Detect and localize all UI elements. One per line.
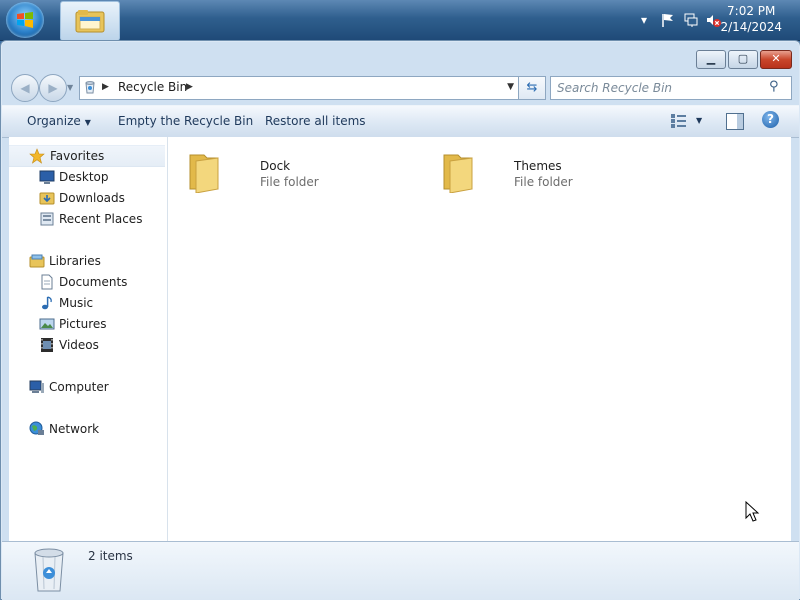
minimize-icon: ▁ [706,52,716,65]
taskbar-explorer-button[interactable] [60,1,120,41]
folder-icon [189,154,219,193]
maximize-icon: ▢ [737,52,749,65]
forward-button[interactable]: ▶ [39,74,67,102]
nav-downloads-label: Downloads [59,191,125,205]
navigation-pane: Favorites Desktop Downloads Recent Place… [9,137,168,541]
refresh-button[interactable]: ⇆ [518,76,546,100]
show-hidden-icons-arrow-icon[interactable]: ▾ [636,12,652,28]
nav-network-label: Network [49,422,100,436]
breadcrumb-separator-icon[interactable]: ▶ [186,82,193,92]
action-center-flag-icon[interactable] [660,12,676,28]
details-pane: 2 items [2,541,799,600]
back-button[interactable]: ◀ [11,74,39,102]
command-bar: Organize ▼ Empty the Recycle Bin Restore … [2,105,799,138]
nav-favorites-label: Favorites [50,149,105,163]
nav-libraries-label: Libraries [49,254,101,268]
file-item[interactable]: Dock File folder [188,143,418,195]
explorer-body: Favorites Desktop Downloads Recent Place… [9,137,791,541]
clock-time: 7:02 PM [727,4,776,18]
file-item[interactable]: Themes File folder [442,143,672,195]
clock[interactable]: 7:02 PM 2/14/2024 [720,3,782,35]
breadcrumb-separator-icon[interactable]: ▶ [102,82,109,92]
refresh-icon: ⇆ [526,80,538,95]
nav-documents-label: Documents [59,275,128,289]
organize-label: Organize [27,114,81,128]
documents-icon [41,274,53,290]
videos-icon [41,338,53,352]
explorer-window: ▁ ▢ ✕ ◀ ▶ ▼ ▶ Recycle Bin ▶ ▼ ⇆ ⚲ Organi… [0,40,800,600]
desktop-icon [39,170,55,184]
folder-icon [443,154,473,193]
nav-pictures-label: Pictures [59,317,107,331]
downloads-icon [39,192,55,205]
recent-places-icon [40,212,54,226]
clock-date: 2/14/2024 [720,20,782,34]
forward-arrow-icon: ▶ [48,81,58,95]
address-bar[interactable]: ▶ Recycle Bin ▶ ▼ [79,76,519,100]
libraries-icon [29,254,45,268]
explorer-folder-icon [75,10,105,33]
file-list: Dock File folder Themes File folder [168,137,791,541]
organize-button[interactable]: Organize ▼ [27,114,91,128]
windows-logo-icon [17,12,33,28]
file-item-type: File folder [260,175,319,189]
minimize-button[interactable]: ▁ [696,50,726,69]
start-button[interactable] [6,2,44,38]
help-icon[interactable]: ? [762,111,779,128]
nav-desktop-label: Desktop [59,170,109,184]
back-arrow-icon: ◀ [20,81,30,95]
volume-muted-icon[interactable] [705,12,721,28]
maximize-button[interactable]: ▢ [728,50,758,69]
recent-pages-dropdown-icon[interactable]: ▼ [67,83,73,92]
more-options-dropdown-icon[interactable]: ▼ [696,116,702,125]
nav-computer-label: Computer [49,380,109,394]
search-icon[interactable]: ⚲ [769,79,785,95]
empty-recycle-bin-button[interactable]: Empty the Recycle Bin [118,114,253,128]
taskbar: ▾ 7:02 PM 2/14/2024 [0,0,800,41]
restore-all-items-button[interactable]: Restore all items [265,114,366,128]
recycle-bin-small-icon [85,81,95,94]
network-globe-icon [29,421,44,435]
star-icon [29,148,45,164]
address-dropdown-icon[interactable]: ▼ [507,82,514,92]
search-input[interactable] [555,79,767,97]
mouse-cursor-icon [745,501,760,522]
navigation-bar: ◀ ▶ ▼ ▶ Recycle Bin ▶ ▼ ⇆ ⚲ [1,71,800,105]
file-item-name: Themes [514,159,562,173]
music-icon [42,296,52,310]
preview-pane-icon[interactable] [726,113,744,130]
chevron-down-icon: ▼ [84,118,91,127]
caption-buttons: ▁ ▢ ✕ [694,50,792,69]
file-item-name: Dock [260,159,291,173]
nav-favorites[interactable]: Favorites [9,145,165,167]
breadcrumb-recycle-bin[interactable]: Recycle Bin [118,80,187,94]
search-box[interactable]: ⚲ [550,76,792,100]
pictures-icon [39,318,55,330]
close-button[interactable]: ✕ [760,50,792,69]
nav-music-label: Music [59,296,94,310]
network-icon[interactable] [683,12,699,28]
close-icon: ✕ [771,52,781,65]
nav-recent-places-label: Recent Places [59,212,143,226]
file-item-type: File folder [514,175,573,189]
nav-videos-label: Videos [59,338,99,352]
computer-icon [29,380,44,393]
change-view-icon[interactable] [670,113,688,129]
item-count: 2 items [88,549,133,563]
recycle-bin-icon [34,548,64,592]
system-tray: ▾ 7:02 PM 2/14/2024 [610,0,800,40]
